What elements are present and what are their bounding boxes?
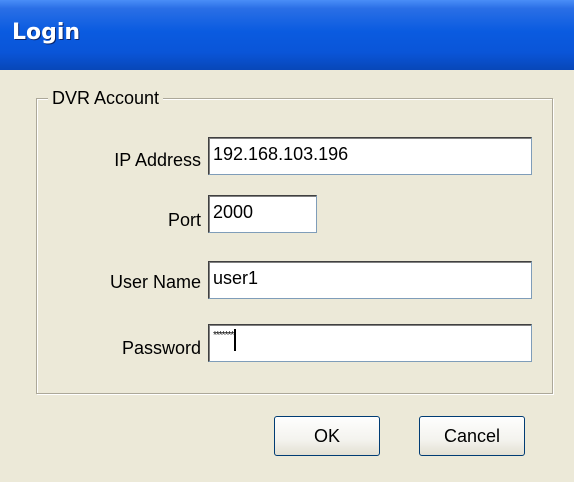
- port-value: 2000: [213, 202, 254, 222]
- ip-address-label: IP Address: [114, 150, 201, 170]
- ok-button[interactable]: OK: [274, 416, 380, 456]
- groupbox-legend: DVR Account: [48, 86, 164, 110]
- cancel-button[interactable]: Cancel: [419, 416, 525, 456]
- user-name-label: User Name: [109, 272, 201, 292]
- port-label: Port: [167, 210, 201, 230]
- window-title: Login: [12, 20, 81, 45]
- ip-address-input[interactable]: 192.168.103.196: [208, 137, 532, 175]
- user-name-input[interactable]: user1: [208, 261, 532, 299]
- login-dialog: Login DVR Account IP Address 192.168.103…: [0, 0, 574, 482]
- port-input[interactable]: 2000: [208, 195, 317, 233]
- text-caret: [234, 329, 237, 351]
- ip-address-value: 192.168.103.196: [213, 144, 349, 164]
- password-input[interactable]: *******: [208, 324, 532, 362]
- password-label: Password: [121, 338, 201, 358]
- user-name-value: user1: [213, 268, 259, 288]
- title-bar[interactable]: Login: [0, 0, 574, 70]
- password-value: *******: [213, 330, 234, 341]
